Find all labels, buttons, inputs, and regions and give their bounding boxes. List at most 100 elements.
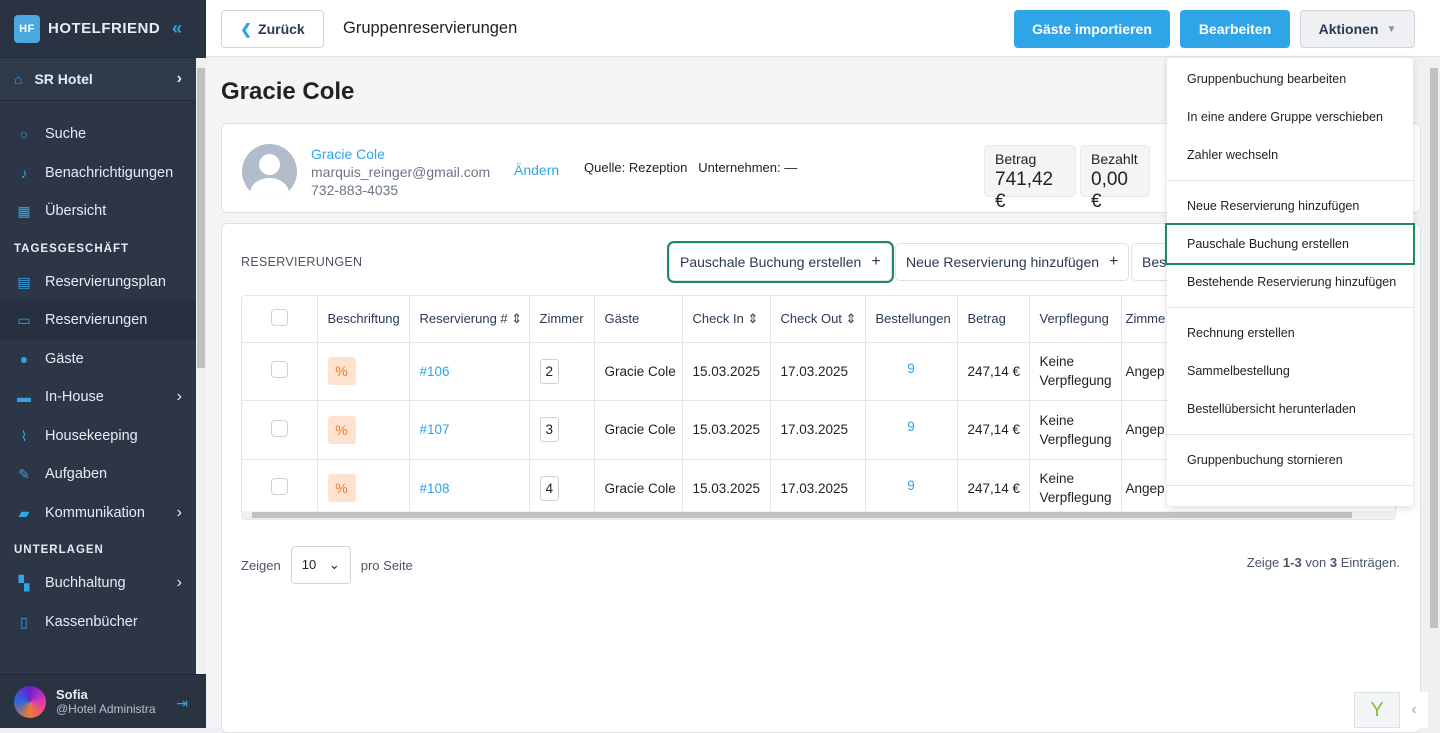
col-header-sortable[interactable]: Check In ⇕ <box>682 296 771 343</box>
change-link[interactable]: Ändern <box>514 162 559 178</box>
label: Check In <box>692 310 744 326</box>
col-header-sortable[interactable]: Check Out ⇕ <box>770 296 866 343</box>
hotel-selector[interactable]: ⌂ SR Hotel › <box>0 57 196 101</box>
menu-item[interactable]: Rechnung erstellen <box>1167 314 1413 352</box>
menu-item[interactable]: Pauschale Buchung erstellen <box>1165 223 1415 265</box>
menu-item[interactable]: Gruppenbuchung bearbeiten <box>1167 60 1413 98</box>
sidebar-scrollbar[interactable] <box>196 58 206 674</box>
guest-avatar <box>242 144 297 199</box>
create-package-booking-button[interactable]: Pauschale Buchung erstellen + <box>667 241 894 283</box>
sidebar-item-buchhaltung[interactable]: ▚ Buchhaltung › <box>0 564 196 603</box>
orders-link[interactable]: 9 <box>907 419 915 434</box>
calendar-icon: ▤ <box>17 273 31 290</box>
actions-menu: Gruppenbuchung bearbeiten In eine andere … <box>1165 58 1415 506</box>
pagination-summary: Zeige 1-3 von 3 Einträgen. <box>1247 555 1400 570</box>
page-scrollbar[interactable] <box>1428 58 1440 728</box>
amount-value: 741,42 € <box>995 169 1054 212</box>
label: Kassenbücher <box>45 613 138 630</box>
guest-name-link[interactable]: Gracie Cole <box>311 145 490 163</box>
reservations-title: RESERVIERUNGEN <box>241 255 363 269</box>
orders-link[interactable]: 9 <box>907 478 915 493</box>
menu-item[interactable]: In eine andere Gruppe verschieben <box>1167 98 1413 136</box>
top-bar: ❮ Zurück Gruppenreservierungen Gäste impo… <box>206 0 1440 57</box>
hotel-name: SR Hotel <box>34 71 93 87</box>
meal-cell: Keine <box>1039 354 1075 370</box>
import-guests-button[interactable]: Gäste importieren <box>1014 10 1170 48</box>
paid-value: 0,00 € <box>1091 169 1128 212</box>
brand-logo[interactable]: HF HOTELFRIEND « <box>0 0 206 57</box>
sidebar-item-reservierungen[interactable]: ▭ Reservierungen <box>0 301 196 340</box>
label: Gäste <box>45 350 84 367</box>
chevron-left-icon[interactable]: ‹ <box>1400 692 1428 728</box>
reservation-link[interactable]: #108 <box>420 481 450 496</box>
sidebar-item-uebersicht[interactable]: ▦ Übersicht <box>0 192 196 231</box>
col-header-sortable[interactable]: Reservierung # ⇕ <box>409 296 530 343</box>
user-name: Sofia <box>56 687 88 702</box>
per-page-select[interactable]: 10 ⌄ <box>290 546 351 584</box>
menu-divider <box>1167 307 1413 308</box>
label: Housekeeping <box>45 427 138 444</box>
row-checkbox[interactable] <box>270 478 288 496</box>
sidebar-item-reservierungsplan[interactable]: ▤ Reservierungsplan <box>0 263 196 302</box>
chevron-right-icon: › <box>176 503 182 521</box>
back-button[interactable]: ❮ Zurück <box>221 10 324 48</box>
sort-icon: ⇕ <box>845 310 857 326</box>
logout-icon[interactable]: ⇥ <box>176 695 188 712</box>
reservation-link[interactable]: #106 <box>420 364 450 379</box>
sidebar-item-in-house[interactable]: ▬ In-House › <box>0 378 196 417</box>
actions-dropdown-button[interactable]: Aktionen ▼ <box>1300 10 1415 48</box>
user-profile[interactable]: Sofia@Hotel Administrator ⇥ <box>0 674 206 728</box>
sidebar-item-gaeste[interactable]: ● Gäste <box>0 340 196 379</box>
select-all-checkbox[interactable] <box>270 308 288 326</box>
chevron-down-icon: ⌄ <box>328 557 340 572</box>
row-checkbox[interactable] <box>270 419 288 437</box>
menu-item[interactable]: Bestehende Reservierung hinzufügen <box>1167 263 1413 301</box>
package-tag-icon: % <box>327 415 356 444</box>
cashbook-icon: ▯ <box>20 613 28 630</box>
sidebar-item-aufgaben[interactable]: ✎ Aufgaben <box>0 455 196 494</box>
chevron-left-icon: ❮ <box>240 20 253 37</box>
menu-item[interactable]: Zahler wechseln <box>1167 136 1413 174</box>
label: Neue Reservierung hinzufügen <box>906 254 1100 270</box>
col-header: Betrag <box>957 296 1030 343</box>
sidebar-item-kassenbuecher[interactable]: ▯ Kassenbücher <box>0 603 196 642</box>
source-value: Rezeption <box>628 160 688 175</box>
room-number: 2 <box>539 358 560 384</box>
value: 10 <box>301 557 317 572</box>
sidebar-item-housekeeping[interactable]: ⌇ Housekeeping <box>0 417 196 456</box>
menu-item[interactable]: Gruppenbuchung stornieren <box>1167 441 1413 479</box>
yii-debug-icon[interactable]: Y <box>1354 692 1400 728</box>
dashboard-icon: ▦ <box>17 203 31 220</box>
sidebar-item-benachrichtigungen[interactable]: ♪ Benachrichtigungen <box>0 154 196 193</box>
menu-item[interactable]: Sammelbestellung <box>1167 352 1413 390</box>
menu-item[interactable]: Bestellübersicht herunterladen <box>1167 390 1413 428</box>
bed-icon: ▬ <box>17 389 31 406</box>
amount-box: Betrag 741,42 € <box>984 145 1076 212</box>
t: von <box>1301 555 1330 570</box>
reservation-link[interactable]: #107 <box>420 422 450 437</box>
section-header: TAGESGESCHÄFT <box>14 242 130 255</box>
sidebar-item-suche[interactable]: ○ Suche <box>0 115 196 154</box>
broom-icon: ⌇ <box>20 427 28 444</box>
meal-cell: Verpflegung <box>1039 431 1112 447</box>
chat-icon: ▰ <box>18 504 30 521</box>
amount-cell: 247,14 € <box>957 459 1030 518</box>
col-header: Gäste <box>594 296 683 343</box>
guest-phone: 732-883-4035 <box>311 182 399 198</box>
label: Aufgaben <box>45 466 108 483</box>
menu-item[interactable]: Neue Reservierung hinzufügen <box>1167 187 1413 225</box>
table-horizontal-scrollbar[interactable] <box>242 511 1395 519</box>
section-header: UNTERLAGEN <box>14 544 104 556</box>
sidebar-item-kommunikation[interactable]: ▰ Kommunikation › <box>0 494 196 533</box>
label: Reservierungen <box>45 312 148 329</box>
meal-cell: Keine <box>1039 412 1075 428</box>
chevron-right-icon: › <box>176 70 182 87</box>
label: Benachrichtigungen <box>45 164 174 181</box>
collapse-sidebar-icon[interactable]: « <box>172 18 183 39</box>
orders-link[interactable]: 9 <box>907 361 915 376</box>
label: Aktionen <box>1318 21 1379 37</box>
sort-icon: ⇕ <box>511 310 523 326</box>
add-reservation-button[interactable]: Neue Reservierung hinzufügen + <box>895 243 1130 281</box>
row-checkbox[interactable] <box>270 361 288 379</box>
edit-button[interactable]: Bearbeiten <box>1180 10 1290 48</box>
